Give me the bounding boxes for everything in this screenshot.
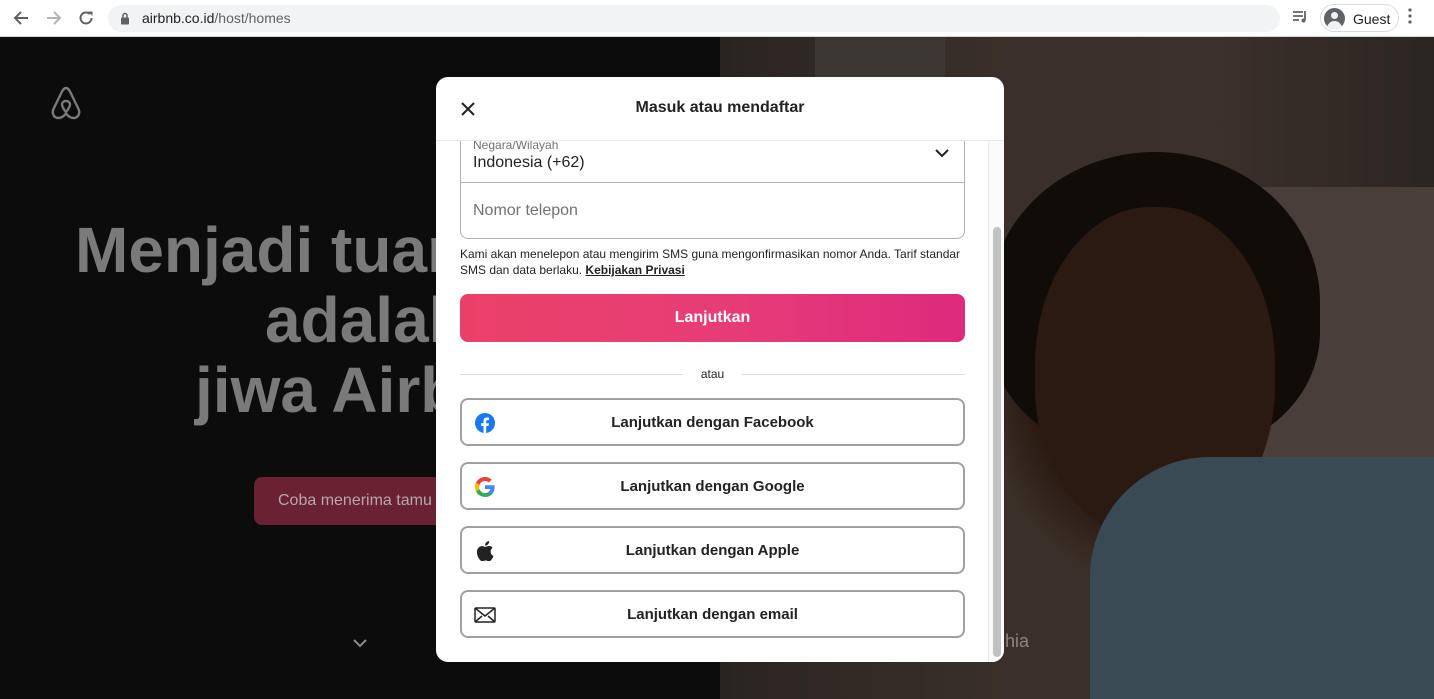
reload-button[interactable] — [74, 6, 98, 30]
email-button-label: Lanjutkan dengan email — [627, 606, 798, 623]
continue-with-google-button[interactable]: Lanjutkan dengan Google — [460, 462, 965, 510]
playlist-icon — [1293, 11, 1306, 23]
sms-notice-text: Kami akan menelepon atau mengirim SMS gu… — [460, 247, 961, 277]
profile-button[interactable]: Guest — [1320, 4, 1399, 32]
media-control-button[interactable] — [1291, 8, 1309, 31]
modal-title: Masuk atau mendaftar — [635, 99, 805, 116]
sms-notice: Kami akan menelepon atau mengirim SMS gu… — [460, 246, 965, 278]
modal-body: Negara/Wilayah Indonesia (+62) Kami akan… — [436, 141, 1004, 662]
continue-with-apple-button[interactable]: Lanjutkan dengan Apple — [460, 526, 965, 574]
browser-menu-button[interactable] — [1408, 8, 1412, 29]
forward-button[interactable] — [42, 6, 66, 30]
reload-icon — [79, 11, 93, 25]
modal-scrollbar[interactable] — [988, 141, 1004, 662]
chevron-down-icon — [353, 639, 367, 648]
facebook-button-label: Lanjutkan dengan Facebook — [611, 414, 814, 431]
country-select[interactable]: Negara/Wilayah Indonesia (+62) — [460, 141, 965, 183]
more-vert-icon — [1408, 8, 1412, 24]
apple-button-label: Lanjutkan dengan Apple — [625, 542, 800, 559]
back-button[interactable] — [9, 6, 33, 30]
browser-toolbar: airbnb.co.id/host/homes Guest — [0, 0, 1434, 37]
arrow-left-icon — [13, 11, 28, 25]
hero-line-1: Menjadi tuan — [75, 214, 467, 286]
url-text: airbnb.co.id/host/homes — [142, 10, 291, 26]
chevron-down-icon — [935, 149, 949, 158]
continue-button[interactable]: Lanjutkan — [460, 294, 965, 342]
lock-icon — [121, 12, 129, 25]
login-signup-modal: Masuk atau mendaftar Negara/Wilayah Indo… — [436, 77, 1004, 662]
profile-label: Guest — [1353, 11, 1391, 27]
hero-caption: hia — [1005, 631, 1030, 651]
url-path: /host/homes — [214, 10, 291, 26]
or-divider: atau — [460, 366, 965, 382]
continue-with-email-button[interactable]: Lanjutkan dengan email — [460, 590, 965, 638]
country-value: Indonesia (+62) — [473, 154, 585, 171]
url-host: airbnb.co.id — [142, 10, 215, 26]
scroll-down-button[interactable] — [352, 635, 368, 653]
address-bar[interactable]: airbnb.co.id/host/homes — [108, 5, 1280, 32]
avatar-icon — [1324, 8, 1345, 29]
country-label: Negara/Wilayah — [473, 141, 559, 152]
airbnb-logo-icon[interactable] — [50, 86, 82, 125]
hero-line-3: jiwa Airb — [195, 354, 460, 426]
google-button-label: Lanjutkan dengan Google — [620, 478, 805, 495]
privacy-policy-link[interactable]: Kebijakan Privasi — [585, 263, 684, 277]
continue-with-facebook-button[interactable]: Lanjutkan dengan Facebook — [460, 398, 965, 446]
arrow-right-icon — [47, 11, 62, 25]
phone-number-input[interactable] — [460, 182, 965, 239]
try-hosting-button[interactable]: Coba menerima tamu — [254, 477, 454, 525]
scrollbar-thumb[interactable] — [993, 227, 1001, 657]
modal-header: Masuk atau mendaftar — [436, 77, 1004, 141]
